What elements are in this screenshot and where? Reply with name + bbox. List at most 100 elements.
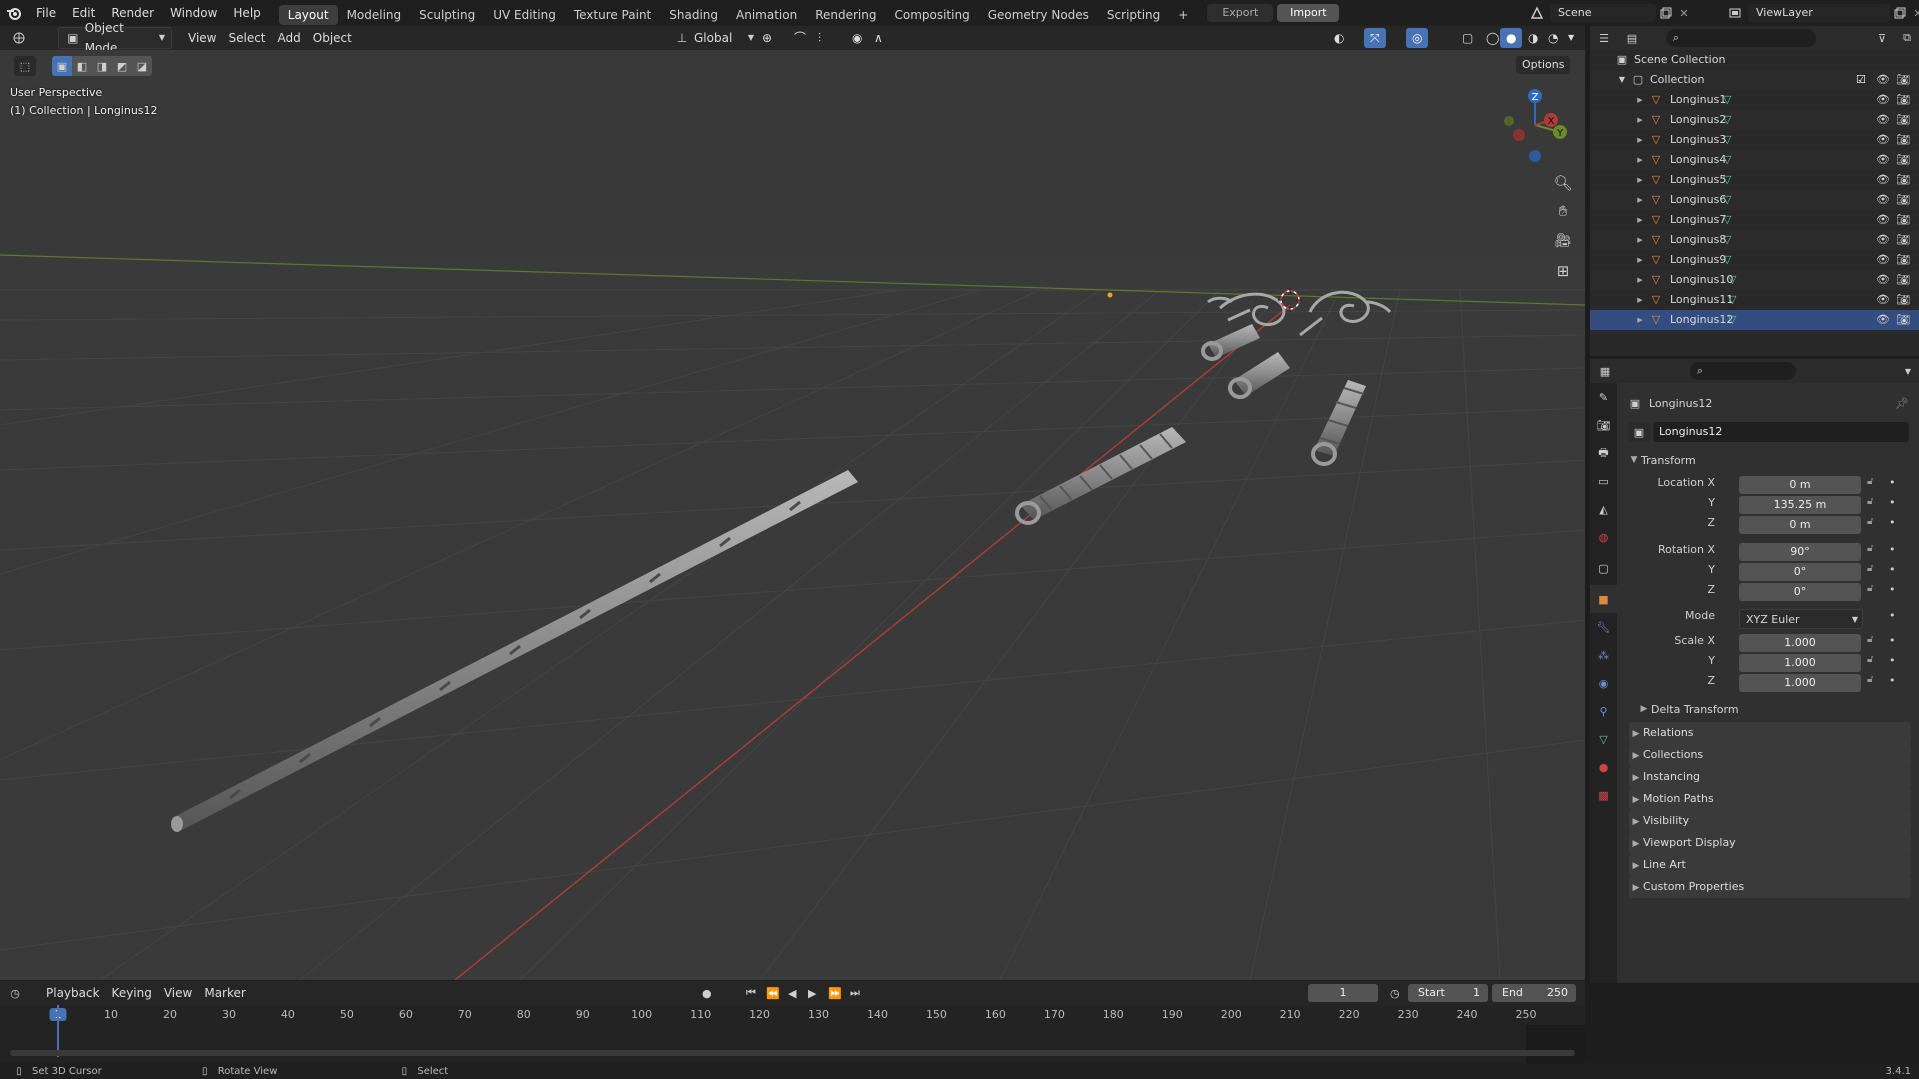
auto-keying-icon[interactable]: ● [702,987,712,1000]
keyframe-dot-icon[interactable]: • [1889,476,1896,489]
mesh-data-icon[interactable]: ▽ [1723,170,1731,190]
menu-file[interactable]: File [28,0,64,26]
outliner-row[interactable]: ▶ ▽ Longinus10 ▽ 👁︎ 📷︎ [1590,270,1919,290]
location-x-field[interactable]: 0 m [1739,476,1861,494]
shading-options-icon[interactable]: ▼ [1562,28,1580,48]
solid-shading-icon[interactable]: ● [1500,28,1523,48]
render-tab-icon[interactable]: 📷︎ [1590,411,1617,439]
mesh-data-icon[interactable]: ▽ [1723,150,1731,170]
eye-icon[interactable]: 👁︎ [1876,190,1890,210]
eye-icon[interactable]: 👁︎ [1876,90,1890,110]
outliner-row[interactable]: ▶ ▽ Longinus11 ▽ 👁︎ 📷︎ [1590,290,1919,310]
camera-icon[interactable]: 📷︎ [1896,190,1910,210]
camera-icon[interactable]: 📷︎ [1896,110,1910,130]
lock-icon[interactable]: 🔓︎ [1867,654,1873,665]
menu-add[interactable]: Add [272,28,307,48]
menu-view[interactable]: View [182,28,222,48]
delete-view-layer-icon[interactable]: ✕ [1910,7,1919,20]
mesh-data-icon[interactable]: ▽ [1723,90,1731,110]
keyframe-dot-icon[interactable]: • [1889,496,1896,509]
data-tab-icon[interactable]: ▽ [1590,725,1617,753]
workspace-tab-geometry-nodes[interactable]: Geometry Nodes [979,5,1098,25]
panel-collections[interactable]: ▶ Collections [1629,744,1911,766]
panel-relations[interactable]: ▶ Relations [1629,722,1911,744]
outliner-row[interactable]: ▶ ▽ Longinus12 ▽ 👁︎ 📷︎ [1590,310,1919,330]
import-button[interactable]: Import [1277,4,1340,22]
mesh-data-icon[interactable]: ▽ [1723,190,1731,210]
object-tab-icon[interactable]: ■ [1590,585,1617,613]
menu-playback[interactable]: Playback [40,983,106,1003]
view-layer-tab-icon[interactable]: ▭ [1590,467,1617,495]
mesh-data-icon[interactable]: ▽ [1723,210,1731,230]
export-button[interactable]: Export [1207,4,1274,22]
chevron-right-icon[interactable]: ▶ [1634,170,1646,190]
end-frame-field[interactable]: End 250 [1492,984,1576,1002]
workspace-tab-modeling[interactable]: Modeling [338,5,411,25]
filter-icon[interactable]: ⊽ [1869,32,1895,45]
outliner-row[interactable]: ▶ ▽ Longinus4 ▽ 👁︎ 📷︎ [1590,150,1919,170]
camera-icon[interactable]: 📷︎ [1896,290,1910,310]
add-workspace-button[interactable]: + [1169,5,1197,25]
preview-range-icon[interactable]: ◷ [1390,987,1400,1000]
camera-icon[interactable]: 📷︎ [1896,270,1910,290]
chevron-right-icon[interactable]: ▶ [1634,110,1646,130]
outliner-collection[interactable]: ▼ ▢ Collection ☑ 👁︎ 📷︎ [1590,70,1919,90]
3d-viewport[interactable]: Z Y X User Perspective (1) Collection | … [0,50,1585,980]
gizmo-toggle-icon[interactable]: ⤧ [1364,28,1386,48]
options-button[interactable]: Options [1516,56,1571,74]
new-view-layer-icon[interactable] [1890,7,1910,19]
lock-icon[interactable]: 🔓︎ [1867,543,1873,554]
pan-hand-icon[interactable]: ✋︎ [1550,196,1576,226]
viewport-canvas[interactable]: Z Y X [0,50,1585,980]
properties-editor-icon[interactable]: ▦ [1590,365,1620,378]
menu-select[interactable]: Select [222,28,271,48]
menu-object[interactable]: Object [307,28,358,48]
menu-marker[interactable]: Marker [198,983,251,1003]
display-mode-icon[interactable]: ▤ [1618,32,1646,45]
keyframe-dot-icon[interactable]: • [1889,654,1896,667]
delta-transform-subpanel[interactable]: ▶ Delta Transform [1637,699,1739,719]
mesh-data-icon[interactable]: ▽ [1723,110,1731,130]
blender-logo-icon[interactable] [0,0,28,26]
subtract-selection-icon[interactable]: ◨ [92,56,112,76]
collection-tab-icon[interactable]: ▢ [1590,551,1617,585]
scale-y-field[interactable]: 1.000 [1739,654,1861,672]
outliner-row[interactable]: ▶ ▽ Longinus3 ▽ 👁︎ 📷︎ [1590,130,1919,150]
eye-icon[interactable]: 👁︎ [1876,170,1890,190]
panel-instancing[interactable]: ▶ Instancing [1629,766,1911,788]
chevron-right-icon[interactable]: ▶ [1634,290,1646,310]
view-layer-name-field[interactable]: ViewLayer [1748,4,1890,22]
chevron-right-icon[interactable]: ▶ [1634,190,1646,210]
chevron-right-icon[interactable]: ▶ [1634,270,1646,290]
panel-viewport-display[interactable]: ▶ Viewport Display [1629,832,1911,854]
chevron-down-icon[interactable]: ▼ [1897,367,1919,376]
eye-icon[interactable]: 👁︎ [1876,230,1890,250]
frame-ruler[interactable]: 1102030405060708090100110120130140150160… [0,1005,1585,1025]
camera-icon[interactable]: 📷︎ [1896,150,1910,170]
xray-toggle-icon[interactable]: ▢ [1456,28,1479,48]
eye-icon[interactable]: 👁︎ [1876,270,1890,290]
outliner-row[interactable]: ▶ ▽ Longinus5 ▽ 👁︎ 📷︎ [1590,170,1919,190]
workspace-tab-shading[interactable]: Shading [660,5,727,25]
workspace-tab-sculpting[interactable]: Sculpting [410,5,484,25]
location-y-field[interactable]: 135.25 m [1739,496,1861,514]
workspace-tab-rendering[interactable]: Rendering [806,5,885,25]
workspace-tab-texture-paint[interactable]: Texture Paint [565,5,660,25]
chevron-right-icon[interactable]: ▶ [1634,150,1646,170]
orthographic-grid-icon[interactable]: ⊞ [1550,256,1576,286]
outliner-row[interactable]: ▶ ▽ Longinus9 ▽ 👁︎ 📷︎ [1590,250,1919,270]
jump-to-start-icon[interactable]: ⏮ [746,986,756,1000]
eye-icon[interactable]: 👁︎ [1876,70,1890,90]
chevron-right-icon[interactable]: ▶ [1634,250,1646,270]
extend-selection-icon[interactable]: ◧ [72,56,92,76]
camera-icon[interactable]: 📷︎ [1896,210,1910,230]
chevron-right-icon[interactable]: ▶ [1634,310,1646,330]
gizmo-neg-z-icon[interactable] [1529,150,1541,162]
lock-icon[interactable]: 🔓︎ [1867,674,1873,685]
world-tab-icon[interactable]: ◍ [1590,523,1617,551]
snap-icon[interactable]: ⌒ [788,28,812,48]
rotation-y-field[interactable]: 0° [1739,563,1861,581]
output-tab-icon[interactable]: 🖶︎ [1590,439,1617,467]
workspace-tab-animation[interactable]: Animation [727,5,806,25]
keyframe-dot-icon[interactable]: • [1889,634,1896,647]
